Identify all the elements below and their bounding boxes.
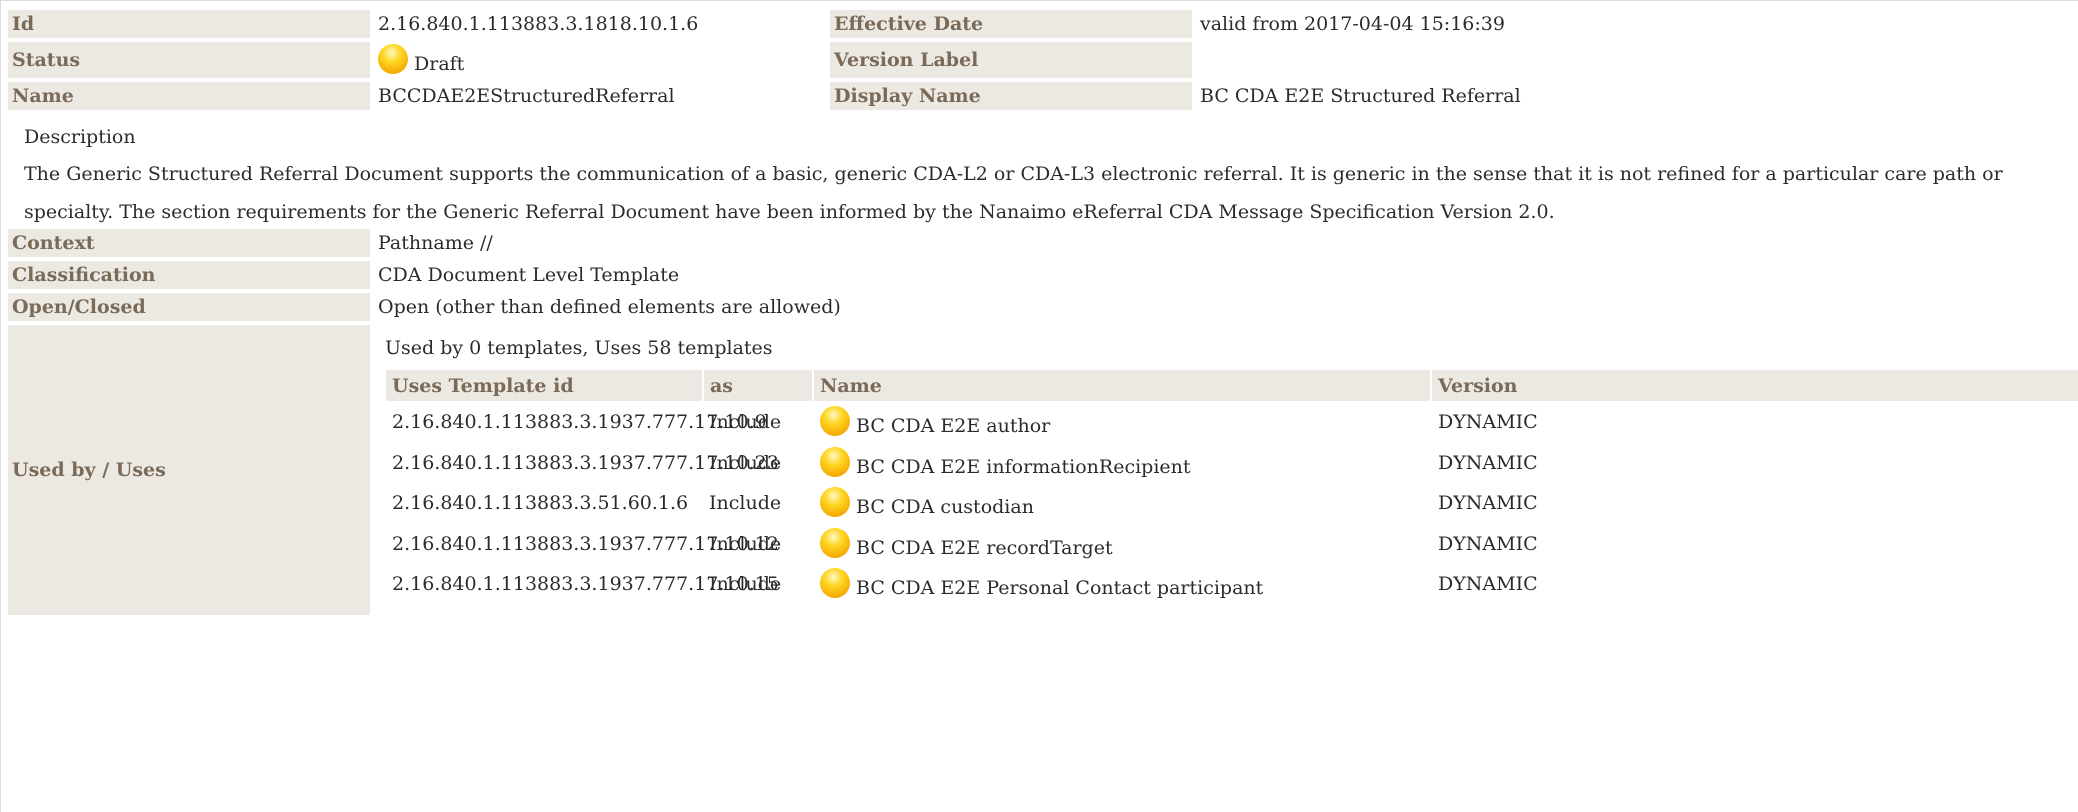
uses-table-header-name: Name: [814, 370, 1430, 401]
classification-value: CDA Document Level Template: [378, 264, 680, 286]
open-closed-label: Open/Closed: [8, 293, 370, 321]
display-name-label: Display Name: [830, 82, 1192, 110]
id-value: 2.16.840.1.113883.3.1818.10.1.6: [378, 13, 699, 35]
name-label: Name: [8, 82, 370, 110]
description-text: The Generic Structured Referral Document…: [24, 163, 2003, 223]
table-row-5-name[interactable]: BC CDA E2E Personal Contact participant: [820, 568, 1264, 602]
table-row-3-name[interactable]: BC CDA custodian: [820, 487, 1034, 521]
uses-table-header-version: Version: [1432, 370, 2078, 401]
context-label: Context: [8, 229, 370, 257]
table-row-2-version: DYNAMIC: [1438, 452, 1538, 474]
table-row-2-as: Include: [709, 452, 782, 474]
draft-status-dot-icon: [820, 528, 850, 558]
table-row-1-version: DYNAMIC: [1438, 411, 1538, 433]
table-row-3-as: Include: [709, 492, 782, 514]
classification-label: Classification: [8, 261, 370, 289]
draft-status-dot-icon: [378, 44, 408, 74]
used-by-uses-label: Used by / Uses: [8, 325, 370, 615]
status-value: Draft: [378, 44, 465, 82]
uses-table-header-id: Uses Template id: [386, 370, 702, 401]
table-row-1-as: Include: [709, 411, 782, 433]
draft-status-dot-icon: [820, 406, 850, 436]
context-value: Pathname //: [378, 232, 493, 254]
table-row-2-name[interactable]: BC CDA E2E informationRecipient: [820, 447, 1191, 481]
uses-table-header-as: as: [704, 370, 812, 401]
table-row-5-as: Include: [709, 573, 782, 595]
table-row-4-name-text: BC CDA E2E recordTarget: [856, 537, 1113, 559]
table-row-3-id[interactable]: 2.16.840.1.113883.3.51.60.1.6: [392, 489, 688, 517]
status-text: Draft: [414, 53, 465, 75]
draft-status-dot-icon: [820, 487, 850, 517]
table-row-4-as: Include: [709, 533, 782, 555]
effective-date-label: Effective Date: [830, 10, 1192, 38]
draft-status-dot-icon: [820, 447, 850, 477]
table-row-5-version: DYNAMIC: [1438, 573, 1538, 595]
used-by-summary: Used by 0 templates, Uses 58 templates: [385, 337, 773, 359]
status-label: Status: [8, 42, 370, 78]
name-value: BCCDAE2EStructuredReferral: [378, 85, 675, 107]
effective-date-value: valid from 2017-04-04 15:16:39: [1200, 13, 1505, 35]
description-heading: Description: [24, 126, 136, 148]
table-row-5-name-text: BC CDA E2E Personal Contact participant: [856, 577, 1264, 599]
open-closed-value: Open (other than defined elements are al…: [378, 296, 841, 318]
draft-status-dot-icon: [820, 568, 850, 598]
table-row-3-version: DYNAMIC: [1438, 492, 1538, 514]
table-row-1-name-text: BC CDA E2E author: [856, 415, 1051, 437]
table-row-3-name-text: BC CDA custodian: [856, 496, 1034, 518]
display-name-value: BC CDA E2E Structured Referral: [1200, 85, 1521, 107]
version-label-label: Version Label: [830, 42, 1192, 78]
table-row-4-version: DYNAMIC: [1438, 533, 1538, 555]
id-label: Id: [8, 10, 370, 38]
table-row-2-name-text: BC CDA E2E informationRecipient: [856, 456, 1191, 478]
table-row-4-name[interactable]: BC CDA E2E recordTarget: [820, 528, 1113, 562]
table-row-1-name[interactable]: BC CDA E2E author: [820, 406, 1051, 440]
